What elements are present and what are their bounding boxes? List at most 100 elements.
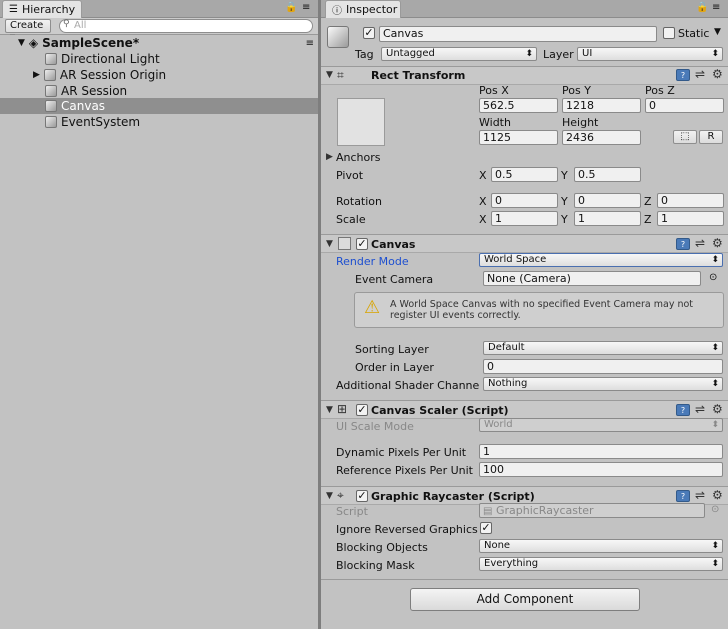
height-field[interactable]: 2436 bbox=[562, 130, 641, 145]
gear-icon[interactable]: ⚙ bbox=[712, 403, 726, 415]
scale-x-field[interactable]: 1 bbox=[491, 211, 558, 226]
inspector-lock-icon[interactable]: 🔒 bbox=[696, 2, 708, 13]
active-checkbox[interactable]: ✓ bbox=[363, 27, 375, 39]
static-dropdown-icon[interactable]: ▼ bbox=[714, 27, 721, 37]
canvas-scaler-enabled-checkbox[interactable]: ✓ bbox=[356, 404, 368, 416]
preset-icon[interactable]: ⇌ bbox=[695, 68, 709, 80]
reference-pixels-field[interactable]: 100 bbox=[479, 462, 723, 477]
scale-z-field[interactable]: 1 bbox=[657, 211, 724, 226]
gear-icon[interactable]: ⚙ bbox=[712, 68, 726, 80]
rot-y-field[interactable]: 0 bbox=[574, 193, 641, 208]
rot-x-field[interactable]: 0 bbox=[491, 193, 558, 208]
expand-triangle-icon[interactable]: ▼ bbox=[326, 491, 333, 501]
blocking-objects-label: Blocking Objects bbox=[336, 541, 428, 554]
hierarchy-item-ar-session-origin[interactable]: ▶ AR Session Origin bbox=[0, 67, 318, 83]
anchors-triangle-icon[interactable]: ▶ bbox=[326, 152, 333, 162]
preset-icon[interactable]: ⇌ bbox=[695, 403, 709, 415]
hierarchy-item-label: EventSystem bbox=[61, 115, 141, 129]
order-in-layer-label: Order in Layer bbox=[355, 361, 434, 374]
scale-z-label: Z bbox=[644, 213, 652, 226]
posy-field[interactable]: 1218 bbox=[562, 98, 641, 113]
object-name-field[interactable]: Canvas bbox=[379, 26, 657, 42]
hierarchy-item-directional-light[interactable]: Directional Light bbox=[0, 51, 318, 67]
gameobject-icon bbox=[45, 100, 57, 112]
search-icon: ⚲ bbox=[63, 19, 70, 29]
hierarchy-panel: ▼ ◈ SampleScene* ≡ Directional Light ▶ A… bbox=[0, 35, 318, 629]
collapse-triangle-icon[interactable]: ▶ bbox=[33, 70, 40, 80]
inspector-panel: ✓ Canvas Static ▼ Tag Untagged Layer UI … bbox=[321, 18, 728, 629]
scene-row[interactable]: ▼ ◈ SampleScene* ≡ bbox=[0, 35, 318, 51]
scene-name: SampleScene* bbox=[42, 36, 140, 50]
lock-icon[interactable]: 🔒 bbox=[285, 2, 297, 13]
canvas-scaler-title: Canvas Scaler (Script) bbox=[371, 404, 509, 417]
preset-icon[interactable]: ⇌ bbox=[695, 489, 709, 501]
gameobject-icon bbox=[45, 85, 57, 97]
scale-y-label: Y bbox=[561, 213, 568, 226]
ignore-reversed-checkbox[interactable]: ✓ bbox=[480, 522, 492, 534]
reference-pixels-label: Reference Pixels Per Unit bbox=[336, 464, 473, 477]
raycaster-enabled-checkbox[interactable]: ✓ bbox=[356, 490, 368, 502]
info-icon: ⓘ bbox=[332, 6, 342, 17]
hierarchy-tab-label: Hierarchy bbox=[21, 3, 76, 16]
posz-field[interactable]: 0 bbox=[645, 98, 724, 113]
raycaster-icon: ⌖ bbox=[337, 488, 344, 502]
gameobject-icon bbox=[45, 116, 57, 128]
hierarchy-item-canvas[interactable]: Canvas bbox=[0, 98, 318, 114]
dynamic-pixels-label: Dynamic Pixels Per Unit bbox=[336, 446, 467, 459]
script-field: ▤ GraphicRaycaster bbox=[479, 503, 705, 518]
search-input[interactable]: All bbox=[59, 19, 313, 33]
rot-z-field[interactable]: 0 bbox=[657, 193, 724, 208]
canvas-enabled-checkbox[interactable]: ✓ bbox=[356, 238, 368, 250]
expand-triangle-icon[interactable]: ▼ bbox=[326, 405, 333, 415]
unity-logo-icon: ◈ bbox=[28, 36, 39, 50]
hierarchy-tab[interactable]: ☰ Hierarchy bbox=[2, 0, 82, 18]
blocking-mask-dropdown[interactable]: Everything bbox=[479, 557, 723, 571]
layer-dropdown[interactable]: UI bbox=[577, 47, 723, 61]
expand-triangle-icon[interactable]: ▼ bbox=[326, 239, 333, 249]
expand-triangle-icon[interactable]: ▼ bbox=[18, 38, 25, 48]
raw-edit-button[interactable]: R bbox=[699, 130, 723, 144]
inspector-tab[interactable]: ⓘ Inspector bbox=[325, 0, 401, 18]
create-button[interactable]: Create ▾ bbox=[5, 19, 51, 43]
order-in-layer-field[interactable]: 0 bbox=[483, 359, 723, 374]
object-picker-icon[interactable]: ⊙ bbox=[709, 272, 717, 283]
pivot-y-field[interactable]: 0.5 bbox=[574, 167, 641, 182]
hierarchy-item-eventsystem[interactable]: EventSystem bbox=[0, 114, 318, 130]
ignore-reversed-label: Ignore Reversed Graphics bbox=[336, 523, 478, 536]
tag-dropdown[interactable]: Untagged bbox=[381, 47, 537, 61]
hierarchy-item-ar-session[interactable]: AR Session bbox=[0, 83, 318, 99]
preset-icon[interactable]: ⇌ bbox=[695, 237, 709, 249]
add-component-button[interactable]: Add Component bbox=[410, 588, 640, 611]
warning-icon: ⚠ bbox=[364, 297, 381, 318]
scene-menu-icon[interactable]: ≡ bbox=[306, 38, 314, 49]
posx-field[interactable]: 562.5 bbox=[479, 98, 558, 113]
width-field[interactable]: 1125 bbox=[479, 130, 558, 145]
dynamic-pixels-field[interactable]: 1 bbox=[479, 444, 723, 459]
render-mode-dropdown[interactable]: World Space bbox=[479, 253, 723, 267]
static-checkbox[interactable] bbox=[663, 27, 675, 39]
scale-label: Scale bbox=[336, 213, 366, 226]
shader-channels-dropdown[interactable]: Nothing bbox=[483, 377, 723, 391]
tab-menu-icon[interactable]: ≡ bbox=[302, 2, 310, 13]
help-icon[interactable]: ? bbox=[676, 69, 690, 81]
hierarchy-item-label: Directional Light bbox=[61, 52, 160, 66]
help-icon[interactable]: ? bbox=[676, 490, 690, 502]
blueprint-mode-button[interactable]: ⬚ bbox=[673, 130, 697, 144]
section-separator bbox=[321, 579, 728, 580]
inspector-menu-icon[interactable]: ≡ bbox=[712, 2, 720, 13]
anchors-label[interactable]: Anchors bbox=[336, 151, 381, 164]
tag-label: Tag bbox=[355, 48, 374, 61]
blocking-objects-dropdown[interactable]: None bbox=[479, 539, 723, 553]
help-icon[interactable]: ? bbox=[676, 238, 690, 250]
scale-y-field[interactable]: 1 bbox=[574, 211, 641, 226]
anchor-preset-box[interactable] bbox=[337, 98, 385, 146]
gear-icon[interactable]: ⚙ bbox=[712, 489, 726, 501]
expand-triangle-icon[interactable]: ▼ bbox=[326, 70, 333, 80]
event-camera-field[interactable]: None (Camera) bbox=[483, 271, 701, 286]
blocking-mask-label: Blocking Mask bbox=[336, 559, 415, 572]
gear-icon[interactable]: ⚙ bbox=[712, 237, 726, 249]
sorting-layer-dropdown[interactable]: Default bbox=[483, 341, 723, 355]
help-icon[interactable]: ? bbox=[676, 404, 690, 416]
pivot-x-field[interactable]: 0.5 bbox=[491, 167, 558, 182]
gameobject-large-icon bbox=[327, 26, 349, 48]
